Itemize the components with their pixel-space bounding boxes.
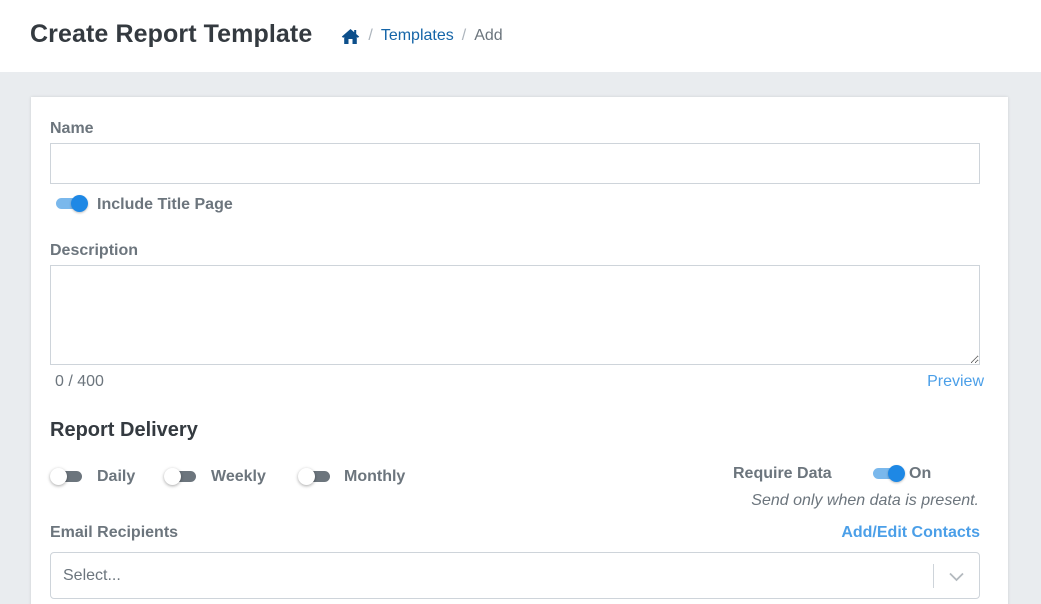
include-title-page-toggle[interactable] [56, 195, 88, 212]
require-data-state-label: On [909, 465, 932, 482]
toggle-knob [298, 468, 315, 485]
email-recipients-select[interactable]: Select... [50, 552, 980, 599]
toggle-knob [50, 468, 67, 485]
breadcrumb-separator: / [461, 27, 467, 44]
select-divider [933, 564, 934, 588]
form-card: Name Include Title Page Description 0 / … [31, 97, 1008, 604]
report-delivery-title: Report Delivery [50, 419, 198, 441]
breadcrumb-current: Add [474, 27, 503, 44]
chevron-down-icon[interactable] [948, 568, 965, 585]
include-title-page-label: Include Title Page [97, 196, 233, 213]
email-recipients-label: Email Recipients [50, 524, 179, 541]
require-data-label: Require Data [733, 465, 832, 482]
description-label: Description [50, 242, 139, 259]
name-input[interactable] [50, 143, 980, 184]
add-edit-contacts-link[interactable]: Add/Edit Contacts [841, 524, 980, 542]
name-label: Name [50, 120, 94, 137]
require-data-toggle[interactable] [873, 465, 905, 482]
weekly-label: Weekly [211, 468, 266, 485]
breadcrumb: / Templates / Add [341, 27, 503, 45]
page-header: Create Report Template / Templates / Add [0, 0, 1041, 72]
toggle-knob [888, 465, 905, 482]
require-data-hint: Send only when data is present. [751, 492, 979, 509]
select-placeholder: Select... [63, 567, 121, 584]
breadcrumb-templates-link[interactable]: Templates [381, 27, 454, 45]
description-textarea[interactable] [50, 265, 980, 365]
monthly-label: Monthly [344, 468, 406, 485]
toggle-knob [71, 195, 88, 212]
page-title: Create Report Template [30, 19, 313, 48]
weekly-toggle[interactable] [164, 468, 196, 485]
toggle-knob [164, 468, 181, 485]
breadcrumb-separator: / [368, 27, 373, 44]
daily-toggle[interactable] [50, 468, 82, 485]
description-char-counter: 0 / 400 [55, 373, 104, 390]
monthly-toggle[interactable] [298, 468, 330, 485]
home-icon[interactable] [341, 28, 360, 45]
daily-label: Daily [97, 468, 136, 485]
preview-link[interactable]: Preview [927, 373, 984, 391]
